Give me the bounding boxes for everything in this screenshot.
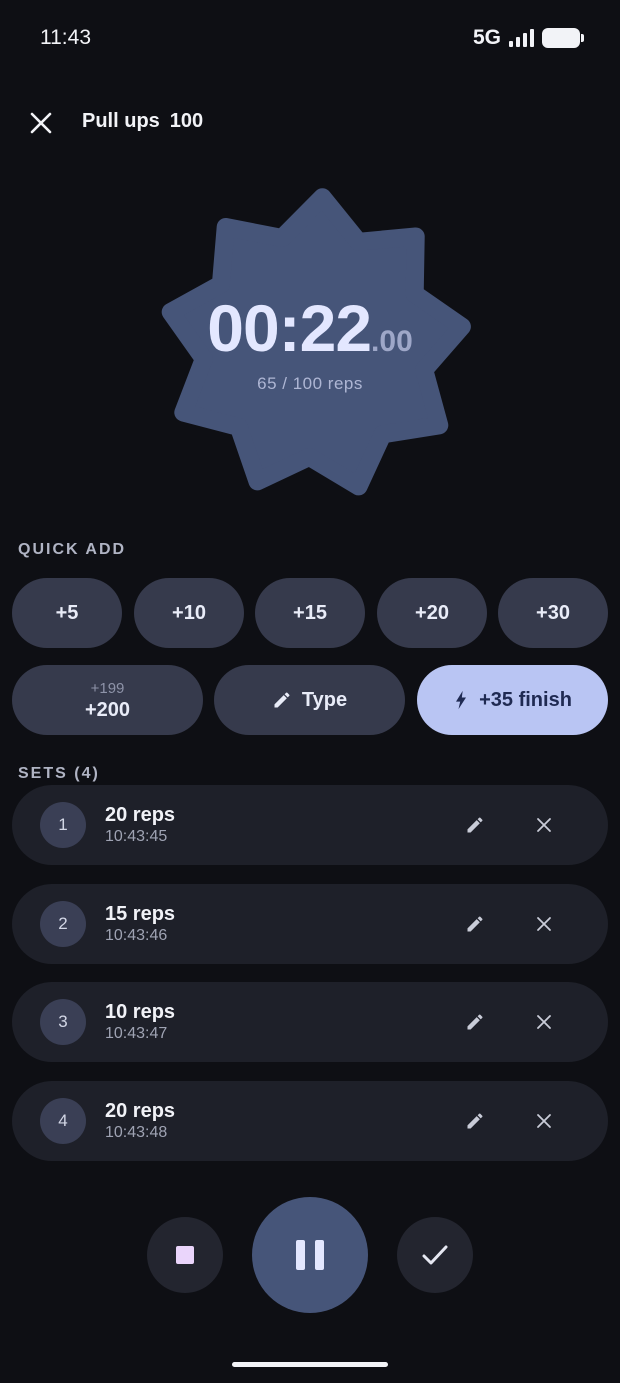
- delete-set-button[interactable]: [529, 909, 559, 939]
- workout-screen: 11:43 5G Pull ups 100 00:22.00 65 / 100 r…: [0, 0, 620, 1383]
- delete-set-button[interactable]: [529, 1106, 559, 1136]
- edit-set-button[interactable]: [460, 909, 490, 939]
- pencil-icon: [274, 692, 290, 708]
- pause-icon: [296, 1240, 324, 1270]
- close-icon: [537, 1114, 551, 1128]
- exercise-name: Pull ups: [82, 110, 160, 132]
- set-reps: 10 reps: [105, 1001, 176, 1023]
- timer-fraction: .00: [371, 325, 413, 358]
- quick-add-200-sub: +199: [90, 679, 125, 697]
- delete-set-button[interactable]: [529, 1007, 559, 1037]
- quick-add-200-stack: +199 +200: [85, 681, 130, 720]
- stop-button[interactable]: [147, 1217, 223, 1293]
- bolt-icon: [456, 690, 467, 710]
- set-time: 10:43:47: [105, 1025, 168, 1042]
- pencil-icon: [467, 817, 483, 833]
- close-button[interactable]: [26, 108, 56, 138]
- set-number: 3: [40, 999, 86, 1045]
- edit-set-button[interactable]: [460, 810, 490, 840]
- set-time: 10:43:48: [105, 1124, 168, 1141]
- quick-add-15-button[interactable]: +15: [255, 578, 365, 648]
- set-number: 4: [40, 1098, 86, 1144]
- edit-set-button[interactable]: [460, 1007, 490, 1037]
- quick-add-20-button[interactable]: +20: [377, 578, 487, 648]
- sets-label: SETS (4): [18, 765, 100, 782]
- status-time: 11:43: [40, 26, 91, 49]
- pencil-icon: [467, 1113, 483, 1129]
- network-type: 5G: [472, 26, 501, 49]
- delete-set-button[interactable]: [529, 810, 559, 840]
- exercise-target: 100: [169, 110, 204, 132]
- reps-progress: 65 / 100 reps: [257, 374, 363, 393]
- finish-remaining-label: +35 finish: [479, 688, 572, 711]
- home-indicator[interactable]: [232, 1362, 388, 1367]
- complete-button[interactable]: [397, 1217, 473, 1293]
- quick-add-30-button[interactable]: +30: [498, 578, 608, 648]
- finish-remaining-button[interactable]: +35 finish: [417, 665, 608, 735]
- quick-add-200-label: +200: [84, 698, 131, 721]
- pause-button[interactable]: [252, 1197, 368, 1313]
- set-row: 1 20 reps 10:43:45: [12, 785, 608, 865]
- set-number: 2: [40, 901, 86, 947]
- close-icon: [537, 818, 551, 832]
- status-indicators: 5G: [472, 26, 584, 50]
- pencil-icon: [467, 916, 483, 932]
- edit-set-button[interactable]: [460, 1106, 490, 1136]
- set-row: 2 15 reps 10:43:46: [12, 884, 608, 964]
- elapsed-timer: 00:22.00: [0, 290, 620, 366]
- type-reps-label: Type: [301, 688, 348, 711]
- exercise-header: Pull ups 100: [82, 110, 203, 133]
- set-reps: 15 reps: [105, 903, 176, 925]
- close-icon: [537, 1015, 551, 1029]
- signal-icon: [509, 29, 534, 47]
- battery-icon: [542, 28, 584, 48]
- set-number: 1: [40, 802, 86, 848]
- set-row: 3 10 reps 10:43:47: [12, 982, 608, 1062]
- set-row: 4 20 reps 10:43:48: [12, 1081, 608, 1161]
- close-icon: [537, 917, 551, 931]
- quick-add-label: QUICK ADD: [18, 541, 127, 558]
- type-reps-button[interactable]: Type: [214, 665, 405, 735]
- set-reps: 20 reps: [105, 804, 176, 826]
- close-icon: [30, 112, 52, 134]
- quick-add-200-button[interactable]: +199 +200: [12, 665, 203, 735]
- set-time: 10:43:46: [105, 927, 168, 944]
- check-icon: [422, 1245, 448, 1265]
- timer-main: 00:22: [207, 291, 372, 365]
- set-time: 10:43:45: [105, 828, 168, 845]
- quick-add-10-button[interactable]: +10: [134, 578, 244, 648]
- set-reps: 20 reps: [105, 1100, 176, 1122]
- quick-add-5-button[interactable]: +5: [12, 578, 122, 648]
- stop-icon: [176, 1246, 194, 1264]
- pencil-icon: [467, 1014, 483, 1030]
